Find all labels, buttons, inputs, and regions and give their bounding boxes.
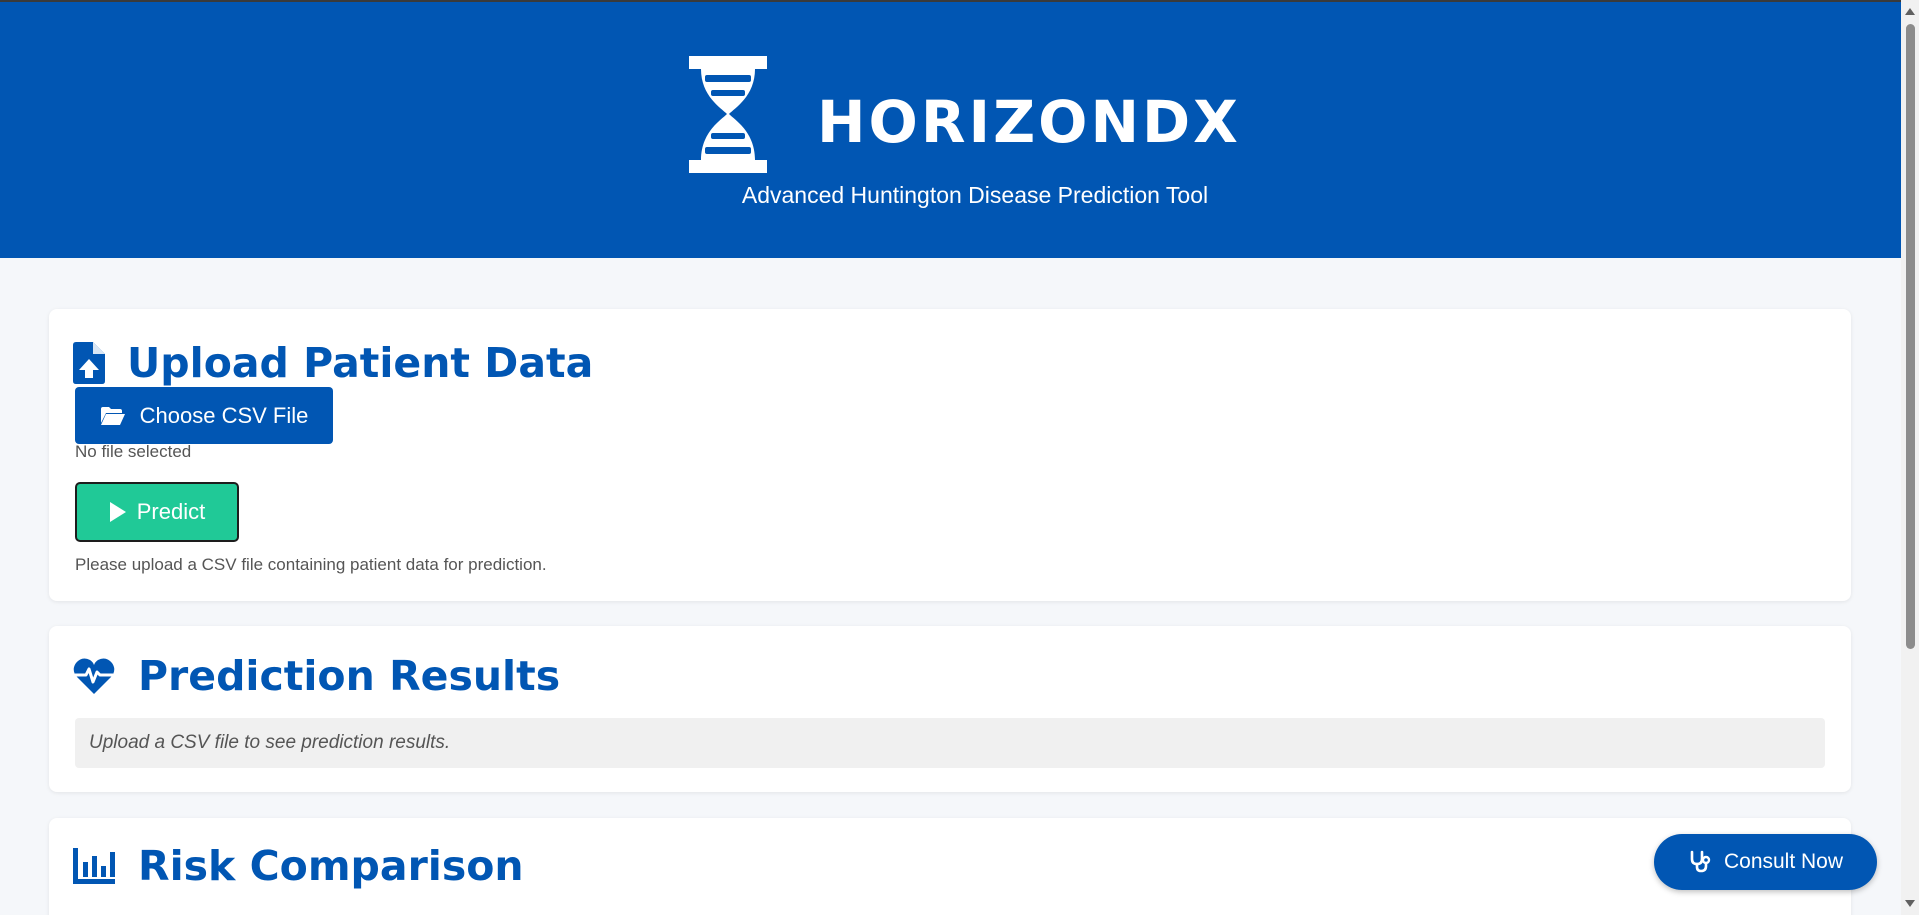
results-card: Prediction Results Upload a CSV file to … [49,626,1851,792]
file-status-text: No file selected [75,442,192,461]
dna-icon [689,56,767,173]
risk-title-text: Risk Comparison [138,842,524,890]
stethoscope-icon [1690,850,1711,873]
choose-csv-button[interactable]: Choose CSV File [75,387,333,444]
risk-title: Risk Comparison [73,842,524,890]
predict-button[interactable]: Predict [75,482,239,542]
consult-now-label: Consult Now [1723,850,1844,873]
results-placeholder: Upload a CSV file to see prediction resu… [75,718,1825,768]
brand-name: HORIZONDX [817,87,1241,156]
heartbeat-icon [73,658,115,694]
results-title-text: Prediction Results [138,652,561,700]
choose-csv-label: Choose CSV File [139,402,309,428]
scroll-up-icon[interactable] [1905,8,1915,15]
file-upload-icon [73,342,105,384]
tagline: Advanced Huntington Disease Prediction T… [741,182,1209,208]
logo[interactable]: HORIZONDX [675,52,1241,177]
consult-now-button[interactable]: Consult Now [1654,834,1877,890]
play-icon [109,502,126,522]
scroll-down-icon[interactable] [1905,900,1915,907]
upload-help-text: Please upload a CSV file containing pati… [75,555,547,574]
bar-chart-icon [73,848,115,884]
folder-open-icon [100,406,125,425]
scroll-thumb[interactable] [1906,24,1915,649]
page: HORIZONDX Advanced Huntington Disease Pr… [0,0,1919,915]
upload-card: Upload Patient Data Choose CSV File No f… [49,309,1851,601]
risk-card: Risk Comparison [49,818,1851,915]
results-title: Prediction Results [73,652,560,700]
vertical-scrollbar[interactable] [1901,0,1919,915]
upload-title-text: Upload Patient Data [127,339,594,387]
predict-label: Predict [136,499,206,524]
site-header: HORIZONDX Advanced Huntington Disease Pr… [0,2,1901,258]
upload-title: Upload Patient Data [73,339,593,387]
